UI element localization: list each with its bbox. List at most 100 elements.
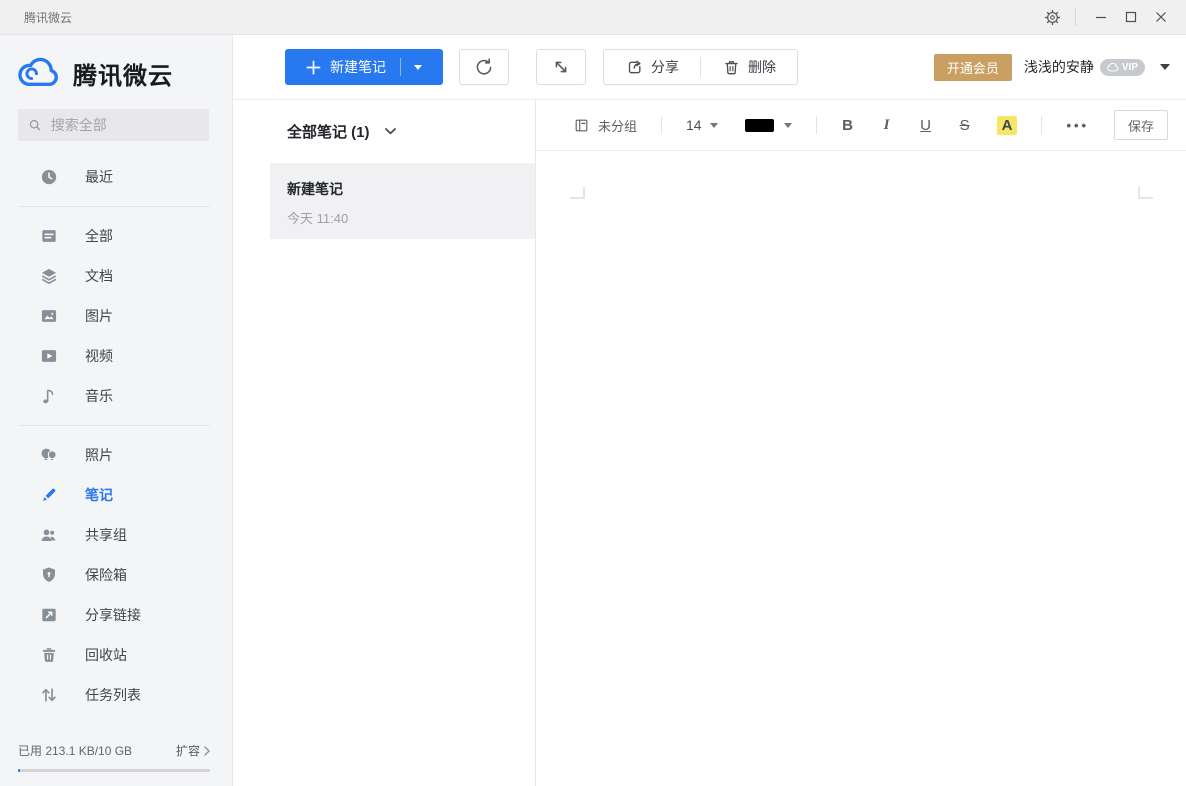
more-options-button[interactable]: ••• — [1066, 118, 1089, 133]
sidebar-item-label: 分享链接 — [85, 605, 141, 625]
notebook-group-icon — [573, 117, 590, 134]
sidebar-divider — [18, 425, 210, 426]
sidebar-item-share-links[interactable]: 分享链接 — [0, 595, 232, 635]
titlebar-separator — [1075, 8, 1076, 26]
sidebar-item-all[interactable]: 全部 — [0, 216, 232, 256]
delete-label: 删除 — [748, 57, 776, 77]
sidebar-item-label: 图片 — [85, 306, 113, 326]
sidebar-item-safe[interactable]: 保险箱 — [0, 555, 232, 595]
sidebar-item-notes[interactable]: 笔记 — [0, 475, 232, 515]
font-size-dropdown[interactable]: 14 — [686, 117, 718, 133]
note-editor-canvas[interactable] — [536, 151, 1186, 786]
storage-footer: 已用 213.1 KB/10 GB 扩容 — [0, 742, 232, 786]
close-icon — [1155, 11, 1167, 23]
new-note-button-separator — [400, 58, 401, 76]
sidebar-item-task-list[interactable]: 任务列表 — [0, 675, 232, 715]
gear-icon — [1043, 8, 1062, 27]
storage-progress-fill — [18, 769, 20, 772]
share-button[interactable]: 分享 — [604, 50, 700, 84]
sidebar-item-recycle-bin[interactable]: 回收站 — [0, 635, 232, 675]
notes-list-header[interactable]: 全部笔记 (1) — [233, 100, 535, 163]
note-title: 新建笔记 — [287, 179, 525, 199]
delete-button[interactable]: 删除 — [701, 50, 797, 84]
task-list-icon — [38, 684, 60, 706]
weiyun-window: 腾讯微云 — [0, 0, 1186, 786]
sidebar-item-shared-group[interactable]: 共享组 — [0, 515, 232, 555]
storage-progress-bar — [18, 769, 210, 772]
storage-expand-link[interactable]: 扩容 — [176, 742, 210, 759]
canvas-corner-mark-left — [570, 187, 585, 199]
chevron-down-icon — [385, 128, 396, 135]
window-controls — [1037, 4, 1186, 30]
photos-icon — [38, 444, 60, 466]
close-button[interactable] — [1146, 4, 1176, 30]
editor-toolbar: 未分组 14 B — [536, 100, 1186, 151]
recycle-bin-icon — [38, 644, 60, 666]
username: 浅浅的安静 — [1024, 57, 1094, 77]
highlight-button[interactable]: A — [997, 116, 1018, 135]
search-box[interactable] — [18, 109, 209, 141]
all-files-icon — [38, 225, 60, 247]
shared-group-icon — [38, 524, 60, 546]
sidebar-item-videos[interactable]: 视频 — [0, 336, 232, 376]
safe-shield-icon — [38, 564, 60, 586]
refresh-button[interactable] — [459, 49, 509, 85]
toolbar-divider — [1041, 116, 1042, 134]
toolbar-divider — [661, 116, 662, 134]
strikethrough-button[interactable]: S — [958, 117, 972, 134]
titlebar: 腾讯微云 — [0, 0, 1186, 35]
bold-button[interactable]: B — [841, 117, 855, 134]
chevron-right-icon — [204, 746, 210, 756]
save-button[interactable]: 保存 — [1114, 110, 1168, 140]
sidebar-item-label: 视频 — [85, 346, 113, 366]
note-list-item[interactable]: 新建笔记 今天 11:40 — [270, 163, 535, 239]
new-note-button[interactable]: 新建笔记 — [285, 49, 443, 85]
weiyun-cloud-logo-icon — [16, 55, 63, 91]
note-editor-panel: 未分组 14 B — [536, 100, 1186, 786]
user-menu-caret-icon[interactable] — [1160, 64, 1170, 70]
maximize-icon — [1125, 11, 1137, 23]
sidebar-item-label: 共享组 — [85, 525, 127, 545]
upgrade-membership-button[interactable]: 开通会员 — [934, 54, 1012, 81]
italic-button[interactable]: I — [880, 117, 894, 134]
underline-button[interactable]: U — [919, 117, 933, 134]
sidebar-item-label: 任务列表 — [85, 685, 141, 705]
maximize-button[interactable] — [1116, 4, 1146, 30]
share-link-icon — [38, 604, 60, 626]
search-input[interactable] — [51, 117, 199, 133]
new-note-label: 新建笔记 — [330, 57, 386, 77]
share-label: 分享 — [651, 57, 679, 77]
sidebar-divider — [18, 206, 210, 207]
sidebar-item-pictures[interactable]: 图片 — [0, 296, 232, 336]
music-icon — [38, 385, 60, 407]
note-group-label: 未分组 — [598, 116, 637, 135]
notes-list-panel: 全部笔记 (1) 新建笔记 今天 11:40 — [233, 100, 536, 786]
canvas-corner-mark-right — [1138, 187, 1153, 199]
sidebar-item-photos[interactable]: 照片 — [0, 435, 232, 475]
expand-note-button[interactable] — [536, 49, 586, 85]
font-color-dropdown[interactable] — [745, 119, 792, 132]
sidebar-item-recent[interactable]: 最近 — [0, 157, 232, 197]
storage-expand-label: 扩容 — [176, 742, 200, 759]
sidebar-item-label: 回收站 — [85, 645, 127, 665]
sidebar-item-music[interactable]: 音乐 — [0, 376, 232, 416]
settings-gear-button[interactable] — [1037, 4, 1067, 30]
minimize-button[interactable] — [1086, 4, 1116, 30]
sidebar-item-documents[interactable]: 文档 — [0, 256, 232, 296]
toolbar-divider — [816, 116, 817, 134]
sidebar-item-label: 文档 — [85, 266, 113, 286]
pencil-icon — [38, 484, 60, 506]
vip-label: VIP — [1122, 62, 1138, 73]
note-group-selector[interactable]: 未分组 — [573, 116, 637, 135]
expand-diagonal-icon — [550, 56, 572, 78]
font-color-swatch — [745, 119, 774, 132]
search-icon — [28, 117, 43, 134]
sidebar-item-label: 全部 — [85, 226, 113, 246]
format-buttons: B I U S A — [841, 116, 1018, 135]
documents-icon — [38, 265, 60, 287]
vip-cloud-icon — [1107, 63, 1119, 72]
clock-icon — [38, 166, 60, 188]
vip-badge[interactable]: VIP — [1100, 59, 1145, 76]
sidebar: 腾讯微云 最近 — [0, 35, 233, 786]
chevron-down-icon[interactable] — [414, 65, 422, 70]
